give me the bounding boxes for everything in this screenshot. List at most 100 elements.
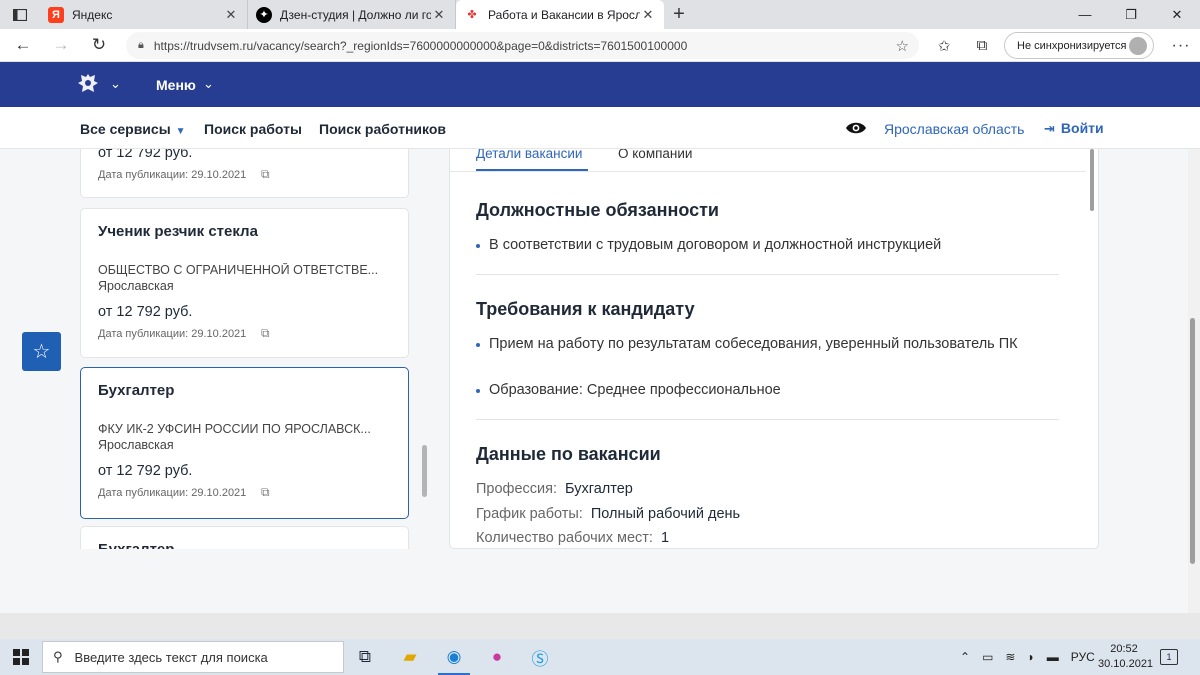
forward-icon[interactable]: → — [42, 29, 80, 62]
network-icon[interactable]: ▭ — [982, 650, 993, 664]
vacancy-org: ФКУ ИК-2 УФСИН РОССИИ ПО ЯРОСЛАВСК... — [98, 422, 371, 436]
field-key: Профессия: — [476, 481, 558, 497]
field-key: График работы: — [476, 506, 583, 522]
field-value: 1 — [660, 530, 670, 546]
external-link-icon[interactable]: ⧉ — [261, 167, 270, 182]
avatar-icon — [1129, 37, 1147, 55]
duties-heading: Должностные обязанности — [476, 200, 719, 220]
field-schedule: График работы: Полный рабочий день — [476, 506, 740, 522]
tab-title: Яндекс — [72, 7, 113, 22]
login-icon: ⇥ — [1044, 121, 1055, 136]
address-bar[interactable]: 🔒︎ https://trudvsem.ru/vacancy/search?_r… — [126, 32, 919, 59]
tab-about-company[interactable]: О компании — [618, 149, 692, 161]
external-link-icon[interactable]: ⧉ — [261, 485, 270, 500]
nav-all-services-label: Все сервисы — [80, 121, 171, 137]
vacancy-card-selected[interactable]: Бухгалтер ФКУ ИК-2 УФСИН РОССИИ ПО ЯРОСЛ… — [80, 367, 409, 519]
tabs-divider — [450, 171, 1086, 172]
region-selector[interactable]: Ярославская область — [884, 121, 1024, 137]
coat-of-arms-icon[interactable] — [76, 72, 100, 96]
tab-close-icon[interactable]: ✕ — [431, 7, 447, 23]
task-view-icon[interactable]: ⧉ — [345, 639, 385, 675]
caret-down-icon: ▼ — [175, 126, 186, 137]
nav-worker-search[interactable]: Поиск работников — [319, 121, 446, 137]
vacancy-card[interactable]: Ученик резчик стекла ОБЩЕСТВО С ОГРАНИЧЕ… — [80, 208, 409, 358]
skype-icon[interactable]: Ⓢ — [520, 639, 560, 675]
windows-taskbar: ⚲ Введите здесь текст для поиска ⧉ ▰ ◉ ●… — [0, 639, 1200, 675]
battery-icon[interactable]: ▬ — [1047, 650, 1059, 664]
list-scrollbar[interactable] — [422, 445, 427, 497]
login-button[interactable]: ⇥ Войти — [1044, 120, 1104, 137]
tab-close-icon[interactable]: ✕ — [223, 7, 239, 23]
windows-start-icon[interactable] — [0, 639, 42, 675]
tab-close-icon[interactable]: ✕ — [640, 7, 656, 23]
star-icon: ☆ — [32, 341, 51, 363]
notification-count: 1 — [1166, 652, 1172, 662]
vacancy-title[interactable]: Ученик резчик стекла — [98, 223, 258, 240]
trudvsem-favicon-icon: ✤ — [467, 9, 477, 21]
zen-favicon-icon: ✦ — [256, 6, 272, 23]
taskbar-search-input[interactable]: ⚲ Введите здесь текст для поиска — [42, 641, 344, 673]
vacancy-salary: от 12 792 руб. — [98, 304, 193, 320]
paint-app-icon[interactable]: ● — [477, 639, 517, 675]
vacancy-title[interactable]: Бухгалтер — [98, 382, 174, 399]
minimize-icon[interactable]: — — [1062, 0, 1108, 29]
add-favorite-icon[interactable]: ☆ — [896, 37, 909, 55]
more-menu-icon[interactable]: ··· — [1164, 29, 1198, 62]
vacancy-card[interactable]: от 12 792 руб. Дата публикации: 29.10.20… — [80, 149, 409, 198]
vacancy-title[interactable]: Бухгалтер — [98, 541, 174, 549]
new-tab-icon[interactable]: + — [664, 0, 694, 29]
page-footer-strip — [0, 613, 1200, 639]
back-icon[interactable]: ← — [4, 29, 42, 62]
collections-icon[interactable]: ⧉ — [963, 37, 1001, 54]
favorites-icon[interactable]: ✩ — [925, 37, 963, 55]
tab-actions-icon[interactable] — [0, 0, 40, 29]
close-window-icon[interactable]: ✕ — [1154, 0, 1200, 29]
vacancy-card[interactable]: Бухгалтер — [80, 526, 409, 549]
vacancy-data-heading: Данные по вакансии — [476, 444, 661, 464]
vacancy-org: ОБЩЕСТВО С ОГРАНИЧЕННОЙ ОТВЕТСТВЕ... — [98, 263, 379, 277]
bullet-icon — [476, 343, 480, 347]
nav-job-search[interactable]: Поиск работы — [204, 121, 302, 137]
edge-browser-icon[interactable]: ◉ — [434, 639, 474, 675]
vacancy-date: Дата публикации: 29.10.2021 — [98, 328, 247, 340]
profile-sync-button[interactable]: Не синхронизируется — [1004, 32, 1154, 59]
tray-expand-icon[interactable]: ⌃ — [960, 650, 970, 664]
wifi-icon[interactable]: ≋ — [1005, 650, 1015, 664]
requirement-item: Прием на работу по результатам собеседов… — [476, 334, 1066, 355]
detail-scrollbar[interactable] — [1090, 149, 1094, 211]
notification-center-icon[interactable]: 1 — [1160, 649, 1178, 665]
browser-tab-yandex[interactable]: Я Яндекс ✕ — [40, 0, 248, 29]
speaker-icon[interactable]: ◗ — [1027, 650, 1034, 664]
browser-tab-trudvsem[interactable]: ✤ Работа и Вакансии в Ярославс ✕ — [456, 0, 664, 29]
external-link-icon[interactable]: ⧉ — [261, 326, 270, 341]
tab-vacancy-details[interactable]: Детали вакансии — [476, 149, 582, 161]
language-indicator[interactable]: РУС — [1071, 650, 1095, 664]
yandex-favicon-icon: Я — [48, 6, 64, 23]
vacancy-salary: от 12 792 руб. — [98, 149, 193, 161]
menu-button[interactable]: Меню — [156, 77, 196, 93]
file-explorer-icon[interactable]: ▰ — [390, 639, 430, 675]
requirement-text: Прием на работу по результатам собеседов… — [489, 336, 1018, 352]
vacancy-detail-panel: Детали вакансии О компании Должностные о… — [449, 149, 1099, 549]
section-divider — [476, 274, 1059, 275]
favorites-star-button[interactable]: ☆ — [22, 332, 61, 371]
vacancy-salary: от 12 792 руб. — [98, 463, 193, 479]
nav-all-services[interactable]: Все сервисы ▼ — [80, 121, 186, 137]
duty-item: В соответствии с трудовым договором и до… — [476, 235, 1066, 256]
accessibility-eye-icon[interactable] — [845, 121, 867, 135]
taskbar-clock[interactable]: 20:52 30.10.2021 — [1098, 642, 1153, 672]
vacancy-date: Дата публикации: 29.10.2021 — [98, 169, 247, 181]
chevron-down-icon[interactable]: ⌄ — [110, 76, 121, 92]
browser-toolbar: ← → ↻ 🔒︎ https://trudvsem.ru/vacancy/sea… — [0, 29, 1200, 62]
chevron-down-icon[interactable]: ⌄ — [203, 76, 214, 92]
lock-icon: 🔒︎ — [138, 39, 144, 51]
browser-tab-strip: Я Яндекс ✕ ✦ Дзен-студия | Должно ли гос… — [0, 0, 1200, 29]
browser-tab-zen[interactable]: ✦ Дзен-студия | Должно ли госуд ✕ — [248, 0, 456, 29]
duty-text: В соответствии с трудовым договором и до… — [489, 237, 942, 253]
site-header: ⌄ Меню ⌄ — [0, 62, 1200, 107]
refresh-icon[interactable]: ↻ — [80, 29, 118, 62]
restore-icon[interactable]: ❐ — [1108, 0, 1154, 29]
section-divider — [476, 419, 1059, 420]
sync-label: Не синхронизируется — [1017, 39, 1127, 52]
page-scrollbar[interactable] — [1190, 318, 1195, 564]
